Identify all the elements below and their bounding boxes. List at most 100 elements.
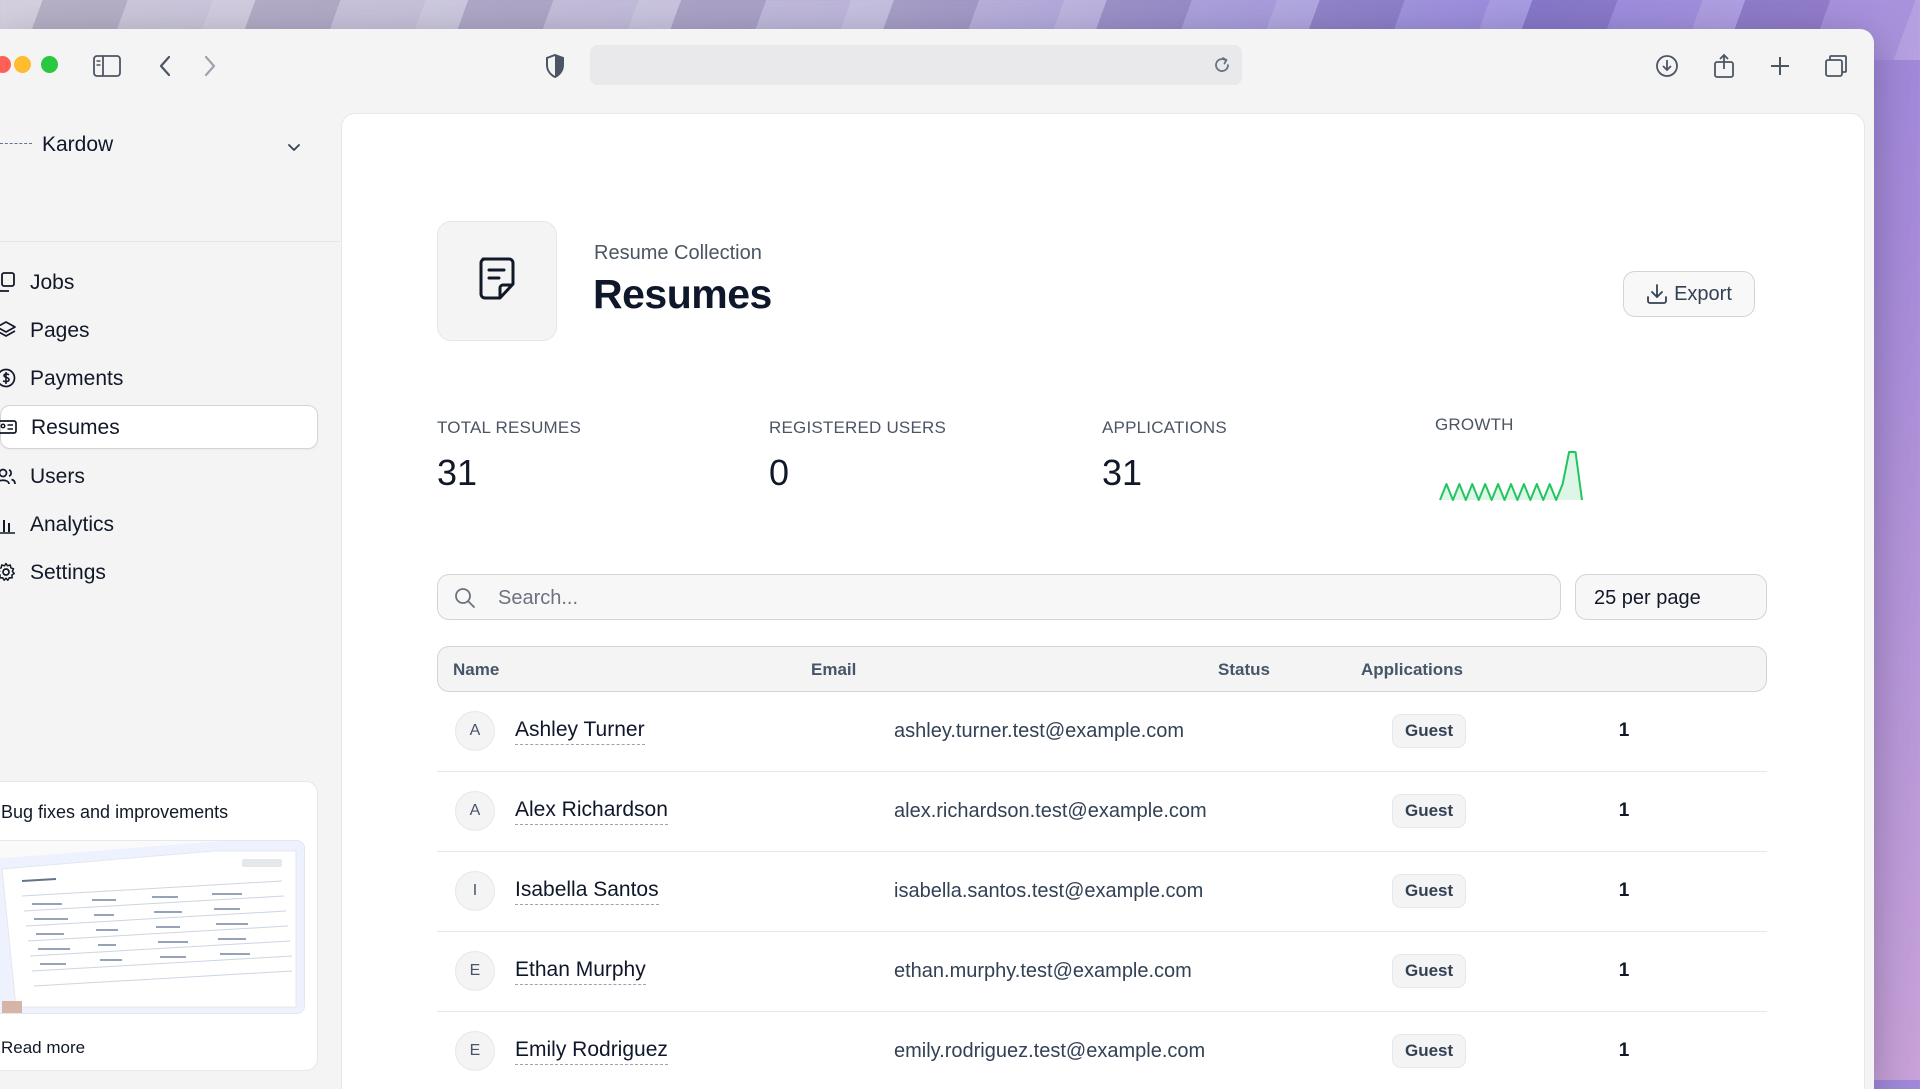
users-icon	[0, 466, 16, 486]
download-icon	[1646, 283, 1668, 305]
applications-count: 1	[1618, 1040, 1630, 1061]
main-content: Resume Collection Resumes Export TOTAL R…	[341, 113, 1865, 1089]
whats-new-card[interactable]: Bug fixes and improvements Read more	[0, 781, 318, 1071]
status-badge: Guest	[1392, 954, 1467, 988]
search-icon	[454, 587, 476, 609]
candidate-email: isabella.santos.test@example.com	[894, 880, 1204, 902]
stat-growth: GROWTH	[1435, 415, 1514, 435]
new-tab-icon[interactable]	[1765, 51, 1795, 81]
export-label: Export	[1674, 282, 1732, 305]
avatar: A	[455, 791, 495, 831]
applications-count: 1	[1618, 960, 1630, 981]
applications-count: 1	[1618, 880, 1630, 901]
privacy-shield-icon[interactable]	[540, 51, 570, 81]
column-header-applications[interactable]: Applications	[1361, 660, 1463, 680]
sidebar-item-jobs[interactable]: Jobs	[0, 261, 320, 303]
column-header-name[interactable]: Name	[453, 660, 499, 680]
stat-label: APPLICATIONS	[1102, 418, 1227, 437]
growth-area	[1440, 452, 1582, 500]
sidebar-toggle-icon[interactable]	[92, 51, 122, 81]
table-row[interactable]: A Alex Richardson alex.richardson.test@e…	[437, 772, 1767, 852]
stat-value: 0	[769, 452, 790, 493]
stat-total-resumes: TOTAL RESUMES 31	[437, 418, 581, 494]
sidebar-item-analytics[interactable]: Analytics	[0, 503, 320, 545]
tab-overview-icon[interactable]	[1821, 51, 1851, 81]
stat-label: TOTAL RESUMES	[437, 418, 581, 437]
org-name: Kardow	[42, 133, 114, 156]
layers-icon	[0, 320, 16, 340]
candidate-name-link[interactable]: Ethan Murphy	[515, 958, 646, 985]
chevron-down-icon	[284, 137, 304, 157]
applications-count: 1	[1618, 800, 1630, 821]
stat-registered-users: REGISTERED USERS 0	[769, 418, 946, 494]
candidate-email: ethan.murphy.test@example.com	[894, 960, 1192, 982]
close-window-button[interactable]	[0, 56, 11, 73]
id-card-icon	[0, 417, 17, 437]
sidebar-item-users[interactable]: Users	[0, 455, 320, 497]
whats-new-title: Bug fixes and improvements	[1, 802, 229, 822]
status-badge: Guest	[1392, 874, 1467, 908]
avatar: E	[455, 951, 495, 991]
sidebar-item-pages[interactable]: Pages	[0, 309, 320, 351]
sidebar: Kardow Jobs Pages Payments Resumes Users…	[0, 101, 340, 1089]
table-body: A Ashley Turner ashley.turner.test@examp…	[437, 692, 1767, 1089]
sidebar-item-label: Jobs	[30, 271, 75, 294]
read-more-link[interactable]: Read more	[1, 1038, 85, 1058]
address-bar[interactable]	[590, 45, 1242, 85]
avatar: E	[455, 1031, 495, 1071]
candidate-name-link[interactable]: Alex Richardson	[515, 798, 668, 825]
sidebar-item-payments[interactable]: Payments	[0, 357, 320, 399]
candidate-email: alex.richardson.test@example.com	[894, 800, 1207, 822]
back-icon[interactable]	[150, 51, 180, 81]
candidate-email: ashley.turner.test@example.com	[894, 720, 1185, 742]
candidate-email: emily.rodriguez.test@example.com	[894, 1040, 1206, 1062]
candidate-name-link[interactable]: Isabella Santos	[515, 878, 659, 905]
org-switcher[interactable]: Kardow	[0, 123, 320, 171]
growth-sparkline	[1439, 451, 1583, 501]
page-subtitle: Resume Collection	[594, 242, 762, 264]
sidebar-divider	[0, 241, 340, 242]
stat-value: 31	[437, 452, 478, 493]
downloads-icon[interactable]	[1652, 51, 1682, 81]
sidebar-item-label: Pages	[30, 319, 90, 342]
stat-label: REGISTERED USERS	[769, 418, 947, 437]
search-box[interactable]	[437, 574, 1561, 621]
table-header: Name Email Status Applications	[437, 646, 1767, 692]
per-page-select[interactable]: 25 per page	[1575, 574, 1767, 620]
reload-icon[interactable]	[1208, 51, 1236, 79]
sidebar-item-settings[interactable]: Settings	[0, 551, 320, 593]
status-badge: Guest	[1392, 794, 1467, 828]
stat-label: GROWTH	[1435, 415, 1514, 434]
sidebar-item-label: Analytics	[30, 513, 115, 536]
table-row[interactable]: I Isabella Santos isabella.santos.test@e…	[437, 852, 1767, 932]
column-header-status[interactable]: Status	[1218, 660, 1270, 680]
whats-new-preview-image	[0, 840, 305, 1014]
sidebar-item-label: Users	[30, 465, 85, 488]
dollar-circle-icon	[0, 368, 16, 388]
export-button[interactable]: Export	[1623, 271, 1755, 317]
avatar: I	[455, 871, 495, 911]
minimize-window-button[interactable]	[14, 56, 31, 73]
table-row[interactable]: E Emily Rodriguez emily.rodriguez.test@e…	[437, 1012, 1767, 1089]
column-header-email[interactable]: Email	[811, 660, 856, 680]
avatar: A	[455, 711, 495, 751]
bar-chart-icon	[0, 514, 16, 534]
forward-icon[interactable]	[195, 51, 225, 81]
sidebar-nav: Jobs Pages Payments Resumes Users Analyt…	[0, 261, 320, 599]
stat-value: 31	[1102, 452, 1143, 493]
sidebar-item-label: Resumes	[31, 416, 120, 439]
sidebar-item-resumes[interactable]: Resumes	[0, 405, 318, 449]
candidate-name-link[interactable]: Emily Rodriguez	[515, 1038, 668, 1065]
share-icon[interactable]	[1709, 51, 1739, 81]
maximize-window-button[interactable]	[41, 56, 58, 73]
page-icon	[437, 221, 557, 341]
search-input[interactable]	[496, 575, 1550, 621]
table-row[interactable]: A Ashley Turner ashley.turner.test@examp…	[437, 692, 1767, 772]
copy-icon	[0, 272, 16, 292]
candidate-name-link[interactable]: Ashley Turner	[515, 718, 645, 745]
sticky-note-icon	[477, 256, 517, 307]
table-row[interactable]: E Ethan Murphy ethan.murphy.test@example…	[437, 932, 1767, 1012]
browser-window: Kardow Jobs Pages Payments Resumes Users…	[0, 29, 1874, 1089]
sidebar-item-label: Settings	[30, 561, 106, 584]
stat-applications: APPLICATIONS 31	[1102, 418, 1227, 494]
